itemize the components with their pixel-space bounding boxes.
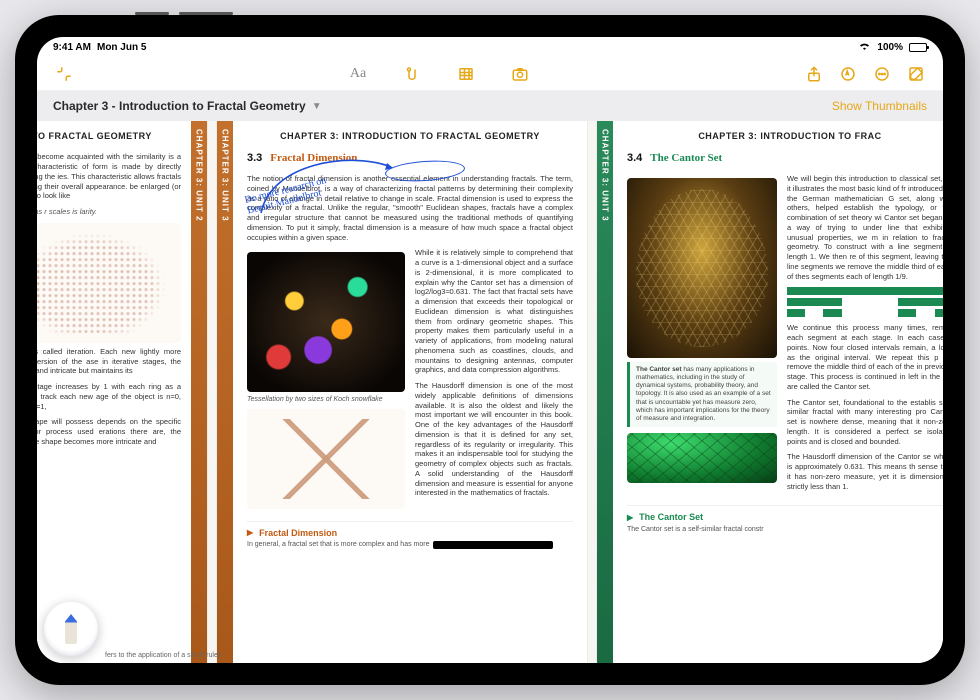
figure-leaf-skeleton (627, 178, 777, 358)
app-toolbar: Aa (37, 57, 943, 91)
callout-text: ilar patterns r scales is larity. (37, 207, 181, 217)
document-page: CHAPTER 3: UNIT 3 CHAPTER 3: INTRODUCTIO… (217, 121, 587, 663)
more-icon[interactable] (869, 61, 895, 87)
sidebar-note-title: The Cantor set (636, 366, 682, 373)
figure-fractal-tree (37, 223, 181, 343)
section-link[interactable]: ▶ Fractal Dimension (247, 521, 573, 539)
figure-green-leaf (627, 433, 777, 483)
pencil-tip-icon (65, 614, 77, 644)
document-subheader: Chapter 3 - Introduction to Fractal Geom… (37, 91, 943, 121)
text-style-button[interactable]: Aa (345, 61, 371, 87)
page-body: CHAPTER 3: INTRODUCTION TO FRAC 3.4 The … (613, 121, 943, 663)
triangle-right-icon: ▶ (627, 513, 633, 523)
body-text: The Hausdorff dimension is one of the mo… (415, 381, 573, 498)
body-text: We continue this process many times, rem… (787, 323, 943, 391)
pages-scroll-area[interactable]: TO FRACTAL GEOMETRY must first become ac… (37, 121, 943, 663)
ipad-hardware-buttons (135, 12, 255, 15)
body-text: and the stage increases by 1 with each r… (37, 382, 181, 411)
page-running-header: TO FRACTAL GEOMETRY (37, 131, 181, 142)
column-left: The Cantor set has many applications in … (627, 174, 777, 497)
status-date: Mon Jun 5 (97, 42, 146, 53)
show-thumbnails-button[interactable]: Show Thumbnails (832, 99, 927, 113)
section-title: The Cantor Set (650, 152, 722, 166)
page-edge-tab: CHAPTER 3: UNIT 3 (597, 121, 613, 663)
body-text: We will begin this introduction to class… (787, 174, 943, 281)
screen: 9:41 AM Mon Jun 5 100% Aa (37, 37, 943, 663)
status-time: 9:41 AM (53, 42, 91, 53)
status-left: 9:41 AM Mon Jun 5 (53, 42, 146, 53)
body-text: The Cantor set, foundational to the esta… (787, 398, 943, 447)
body-text: must first become acquainted with the si… (37, 152, 181, 201)
section-heading-row: 3.4 The Cantor Set (627, 152, 943, 166)
section-number: 3.3 (247, 152, 262, 166)
section-link-sub: The Cantor set is a self-similar fractal… (627, 526, 943, 535)
section-link-label: The Cantor Set (639, 512, 703, 523)
page-body: CHAPTER 3: INTRODUCTION TO FRACTAL GEOME… (233, 121, 587, 663)
sidebar-note: The Cantor set has many applications in … (627, 362, 777, 427)
chapter-title[interactable]: Chapter 3 - Introduction to Fractal Geom… (53, 99, 306, 113)
figure-cantor-set-diagram (787, 287, 943, 317)
body-text: The notion of fractal dimension is anoth… (247, 174, 573, 242)
document-page: CHAPTER 3: UNIT 3 CHAPTER 3: INTRODUCTIO… (597, 121, 943, 663)
markup-icon[interactable] (835, 61, 861, 87)
header-chapter: CHAPTER 3: (280, 131, 339, 141)
page-running-header: CHAPTER 3: INTRODUCTION TO FRAC (627, 131, 943, 142)
camera-icon[interactable] (507, 61, 533, 87)
triangle-right-icon: ▶ (247, 528, 253, 538)
page-body: TO FRACTAL GEOMETRY must first become ac… (37, 121, 191, 663)
column-right: While it is relatively simple to compreh… (415, 248, 573, 512)
section-link[interactable]: ▶ The Cantor Set (627, 505, 943, 523)
sidebar-note-body: has many applications in mathematics, in… (636, 366, 771, 422)
page-edge-tab: CHAPTER 3: UNIT 2 (191, 121, 207, 663)
status-right: 100% (858, 41, 927, 54)
section-link-label: Fractal Dimension (259, 528, 337, 539)
table-icon[interactable] (453, 61, 479, 87)
status-bar: 9:41 AM Mon Jun 5 100% (37, 37, 943, 57)
column-right: We will begin this introduction to class… (787, 174, 943, 497)
wifi-icon (858, 41, 871, 54)
battery-icon (909, 43, 927, 52)
two-column-row: Tessellation by two sizes of Koch snowfl… (247, 248, 573, 512)
body-text: fractal shape will possess depends on th… (37, 417, 181, 446)
figure-fractal-art (247, 252, 405, 392)
column-left: Tessellation by two sizes of Koch snowfl… (247, 248, 405, 512)
redaction-stroke (433, 541, 553, 549)
highlighter-icon[interactable] (399, 61, 425, 87)
body-text: a process called iteration. Each new lig… (37, 347, 181, 376)
body-text: While it is relatively simple to compreh… (415, 248, 573, 375)
page-running-header: CHAPTER 3: INTRODUCTION TO FRACTAL GEOME… (247, 131, 573, 142)
section-link-sub-text: In general, a fractal set that is more c… (247, 541, 429, 550)
ipad-hardware-frame: 9:41 AM Mon Jun 5 100% Aa (15, 15, 965, 685)
apple-pencil-hover-tool[interactable] (43, 601, 99, 657)
section-title: Fractal Dimension (270, 152, 357, 166)
header-title: INTRODUCTION TO FRACTAL GEOMETRY (342, 131, 540, 141)
body-text: The Hausdorff dimension of the Cantor se… (787, 452, 943, 491)
section-link-sub: In general, a fractal set that is more c… (247, 541, 573, 550)
document-page: TO FRACTAL GEOMETRY must first become ac… (37, 121, 207, 663)
header-title: INTRODUCTION TO FRAC (760, 131, 881, 141)
collapse-fullscreen-icon[interactable] (51, 61, 77, 87)
figure-caption: Tessellation by two sizes of Koch snowfl… (247, 396, 405, 404)
battery-percent: 100% (877, 42, 903, 53)
toolbar-center-group: Aa (345, 61, 533, 87)
page-edge-tab: CHAPTER 3: UNIT 3 (217, 121, 233, 663)
section-heading-row: 3.3 Fractal Dimension (247, 152, 573, 166)
chevron-down-icon[interactable]: ▼ (312, 101, 322, 112)
section-number: 3.4 (627, 152, 642, 166)
figure-koch-snowflake (247, 409, 405, 509)
compose-icon[interactable] (903, 61, 929, 87)
share-icon[interactable] (801, 61, 827, 87)
two-column-row: The Cantor set has many applications in … (627, 174, 943, 497)
footer-caption-text: fers to the application of a set of rule… (43, 652, 243, 659)
header-chapter: CHAPTER 3: (698, 131, 757, 141)
